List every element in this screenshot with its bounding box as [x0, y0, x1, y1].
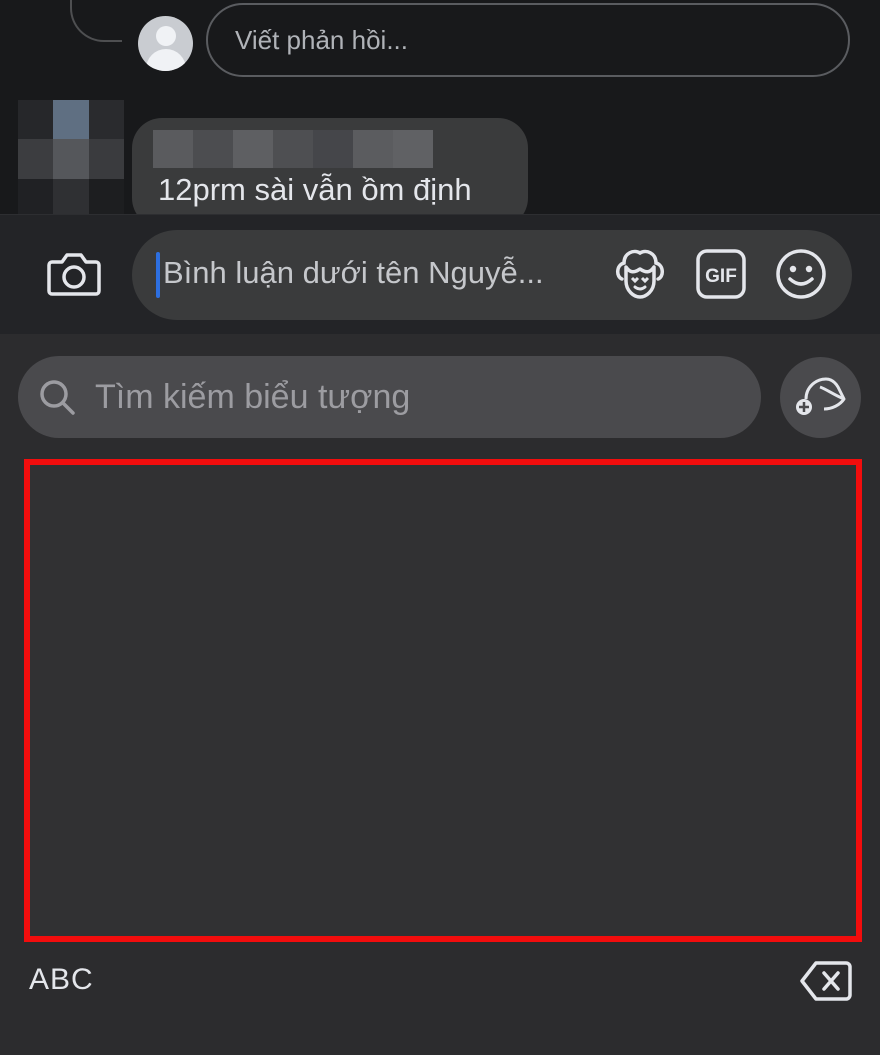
- sticker-search-placeholder: Tìm kiếm biểu tượng: [95, 378, 411, 416]
- backspace-icon[interactable]: [800, 960, 852, 1002]
- abc-keyboard-button[interactable]: ABC: [29, 963, 94, 997]
- sticker-add-icon: [796, 377, 846, 415]
- comment-text: 12prm sài vẫn ồm định: [158, 172, 472, 207]
- gif-icon[interactable]: GIF: [695, 248, 747, 300]
- avatar-sticker-icon[interactable]: [612, 245, 668, 301]
- emoji-icon[interactable]: [774, 247, 828, 301]
- commenter-avatar-blurred[interactable]: [18, 100, 124, 218]
- comment-placeholder: Bình luận dưới tên Nguyễ...: [163, 255, 544, 290]
- create-sticker-button[interactable]: [780, 357, 861, 438]
- reply-input[interactable]: Viết phản hồi...: [206, 3, 850, 77]
- sticker-content-area[interactable]: [24, 459, 862, 942]
- reply-placeholder: Viết phản hồi...: [235, 24, 408, 55]
- text-caret: [156, 252, 160, 298]
- current-user-avatar: [138, 16, 193, 71]
- commenter-name-blurred[interactable]: [153, 130, 433, 168]
- search-icon: [38, 378, 76, 416]
- camera-icon[interactable]: [46, 250, 102, 298]
- svg-text:GIF: GIF: [705, 266, 737, 287]
